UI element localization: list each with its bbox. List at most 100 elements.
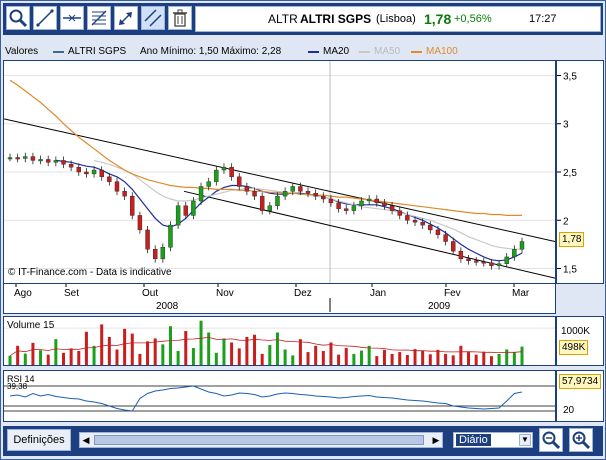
candle-body	[473, 260, 479, 263]
scroll-right-icon[interactable]: ▶	[430, 433, 442, 447]
scroll-thumb[interactable]	[94, 435, 424, 445]
zoom-in-icon[interactable]	[569, 428, 593, 452]
hline-tool-icon[interactable]	[60, 6, 84, 30]
volume-bar	[505, 349, 509, 365]
volume-bar	[130, 333, 134, 365]
volume-bar	[314, 345, 318, 365]
candle-body	[321, 195, 326, 200]
candle-body	[76, 166, 81, 173]
volume-bar	[107, 336, 111, 365]
candle-body	[145, 229, 150, 250]
volume-bar	[61, 352, 65, 365]
zoom-out-icon[interactable]	[539, 428, 563, 452]
period-value: Diário	[456, 434, 491, 446]
volume-bar	[390, 353, 394, 365]
quote-display: ALTR ALTRI SGPS (Lisboa) 1,78 +0,56% 17:…	[195, 6, 601, 32]
volume-bar	[405, 355, 409, 365]
volume-bar	[92, 345, 96, 365]
volume-bar	[168, 326, 172, 365]
candle-body	[344, 208, 349, 211]
volume-bar	[428, 354, 432, 365]
candle-body	[30, 156, 36, 161]
price-panel: © IT-Finance.com - Data is indicative	[3, 60, 556, 284]
month-label: Mar	[512, 288, 530, 299]
series-ma50	[93, 159, 522, 250]
year-label: 2009	[428, 301, 451, 312]
volume-bar	[39, 350, 43, 365]
volume-bar	[176, 350, 180, 365]
candle-body	[107, 176, 112, 182]
volume-bar	[352, 353, 356, 365]
volume-bar	[268, 345, 272, 365]
settings-button[interactable]: Definições	[7, 429, 71, 451]
legend: Valores ALTRI SGPS Ano Mínimo: 1,50 Máxi…	[3, 45, 604, 59]
fibonacci-icon[interactable]	[87, 6, 111, 30]
candle-body	[435, 229, 441, 235]
month-label: Dez	[294, 288, 312, 299]
candle-body	[451, 241, 456, 252]
candle-body	[481, 261, 486, 264]
zoom-icon[interactable]	[6, 6, 30, 30]
volume-label: Volume 15	[7, 320, 55, 331]
volume-current: 498K	[559, 340, 589, 355]
candle-body	[114, 181, 120, 192]
volume-bar	[245, 336, 249, 365]
volume-bar	[398, 352, 402, 365]
legend-price: ALTRI SGPS	[68, 46, 127, 57]
candle-body	[420, 221, 425, 226]
volume-bar	[298, 339, 302, 365]
volume-bar	[260, 353, 264, 365]
price-tick-label: 2,5	[563, 168, 577, 179]
price-axis: 3,5 3 2,5 2 1,5	[556, 60, 604, 284]
candle-body	[84, 171, 89, 175]
volume-bar	[115, 349, 119, 365]
volume-bar	[31, 342, 35, 365]
line-tool-icon[interactable]	[33, 6, 57, 30]
watermark: © IT-Finance.com - Data is indicative	[8, 267, 172, 278]
candle-body	[91, 169, 97, 175]
candle-body	[244, 186, 250, 192]
volume-bar	[184, 331, 188, 365]
candle-body	[229, 166, 234, 178]
chevron-down-icon[interactable]: ▼	[519, 434, 531, 446]
arrow-tool-icon[interactable]	[114, 6, 138, 30]
candle-body	[237, 176, 242, 187]
year-label: 2008	[156, 301, 179, 312]
candle-body	[23, 156, 28, 159]
trash-icon[interactable]	[168, 6, 192, 30]
candle-body	[152, 249, 158, 260]
candle-body	[259, 195, 265, 211]
volume-bar	[329, 342, 333, 365]
volume-bar	[199, 320, 203, 365]
candle-body	[130, 195, 135, 216]
volume-bar	[367, 345, 371, 365]
candle-body	[46, 159, 51, 163]
candle-body	[298, 186, 303, 192]
candle-body	[38, 159, 43, 162]
volume-bar	[482, 351, 486, 365]
candle-body	[160, 247, 166, 260]
last-price: 1,78	[424, 11, 452, 27]
candle-body	[489, 262, 494, 266]
candle-body	[428, 224, 433, 231]
volume-bar	[489, 356, 493, 365]
candle-body	[443, 234, 448, 242]
legend-ma20: MA20	[323, 46, 350, 57]
volume-bar	[344, 348, 348, 365]
volume-bar	[123, 328, 127, 365]
volume-bar	[100, 324, 104, 365]
volume-bar	[191, 348, 195, 365]
candle-body	[519, 241, 525, 250]
scroll-left-icon[interactable]: ◀	[80, 433, 92, 447]
volume-bar	[421, 350, 425, 365]
volume-bar	[306, 352, 310, 365]
channel-tool-icon[interactable]	[141, 6, 165, 30]
candle-body	[168, 224, 173, 248]
time-scrollbar[interactable]: ◀ ▶	[79, 432, 443, 448]
rsi-line	[9, 385, 523, 412]
candle-body	[405, 215, 410, 221]
period-select[interactable]: Diário ▼	[453, 432, 533, 448]
volume-bar	[360, 350, 364, 365]
rsi-threshold: 39,38	[7, 382, 28, 391]
candle-body	[61, 160, 66, 165]
